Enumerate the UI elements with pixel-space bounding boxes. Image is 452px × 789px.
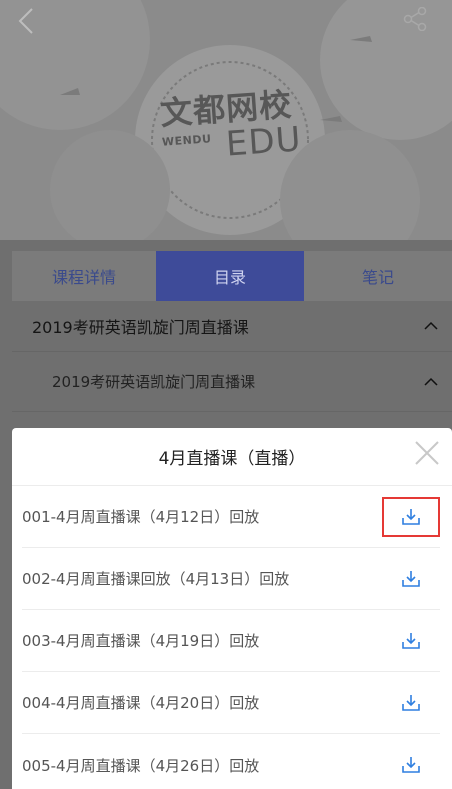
lesson-title: 004-4月周直播课（4月20日）回放 [22, 694, 260, 712]
lesson-row[interactable]: 005-4月周直播课（4月26日）回放 [22, 734, 440, 789]
share-button[interactable] [402, 6, 428, 32]
catalog-section-title: 2019考研英语凯旋门周直播课 [52, 373, 256, 391]
chevron-up-icon [424, 377, 438, 386]
tab-course-details[interactable]: 课程详情 [12, 251, 156, 301]
course-banner: 文都网校 WENDU EDU [0, 0, 452, 240]
catalog-course-row[interactable]: 2019考研英语凯旋门周直播课 [12, 301, 452, 352]
close-icon [415, 441, 439, 465]
lesson-popup: 4月直播课（直播） 001-4月周直播课（4月12日）回放 002-4月周直播课… [12, 428, 452, 789]
download-button[interactable] [388, 627, 434, 655]
tab-catalog[interactable]: 目录 [156, 251, 304, 301]
chevron-left-icon [18, 8, 33, 34]
download-button[interactable] [382, 496, 440, 537]
download-icon [402, 632, 420, 649]
lesson-title: 001-4月周直播课（4月12日）回放 [22, 508, 260, 526]
download-icon [402, 508, 420, 525]
popup-title: 4月直播课（直播） [158, 449, 306, 469]
download-button[interactable] [388, 689, 434, 717]
catalog-course-title: 2019考研英语凯旋门周直播课 [32, 318, 249, 337]
lesson-title: 005-4月周直播课（4月26日）回放 [22, 756, 260, 775]
download-icon [402, 570, 420, 587]
download-button[interactable] [388, 751, 434, 779]
wendu-logo: 文都网校 WENDU EDU [140, 60, 330, 200]
close-button[interactable] [414, 440, 440, 466]
lesson-row[interactable]: 002-4月周直播课回放（4月13日）回放 [22, 548, 440, 610]
share-icon [403, 7, 427, 31]
lesson-row[interactable]: 003-4月周直播课（4月19日）回放 [22, 610, 440, 672]
download-icon [402, 757, 420, 773]
lesson-title: 002-4月周直播课回放（4月13日）回放 [22, 570, 290, 588]
back-button[interactable] [10, 4, 42, 38]
lesson-title: 003-4月周直播课（4月19日）回放 [22, 632, 260, 650]
popup-header: 4月直播课（直播） [12, 428, 452, 486]
tab-bar: 课程详情 目录 笔记 [12, 251, 452, 301]
logo-edu-text: EDU [224, 119, 303, 165]
catalog-section-row[interactable]: 2019考研英语凯旋门周直播课 [12, 352, 452, 412]
tab-notes[interactable]: 笔记 [304, 251, 452, 301]
download-icon [402, 694, 420, 711]
chevron-up-icon [424, 321, 438, 330]
lesson-row[interactable]: 004-4月周直播课（4月20日）回放 [22, 672, 440, 734]
download-button[interactable] [388, 565, 434, 593]
lesson-row[interactable]: 001-4月周直播课（4月12日）回放 [22, 486, 440, 548]
logo-wendu-text: WENDU [161, 132, 212, 149]
